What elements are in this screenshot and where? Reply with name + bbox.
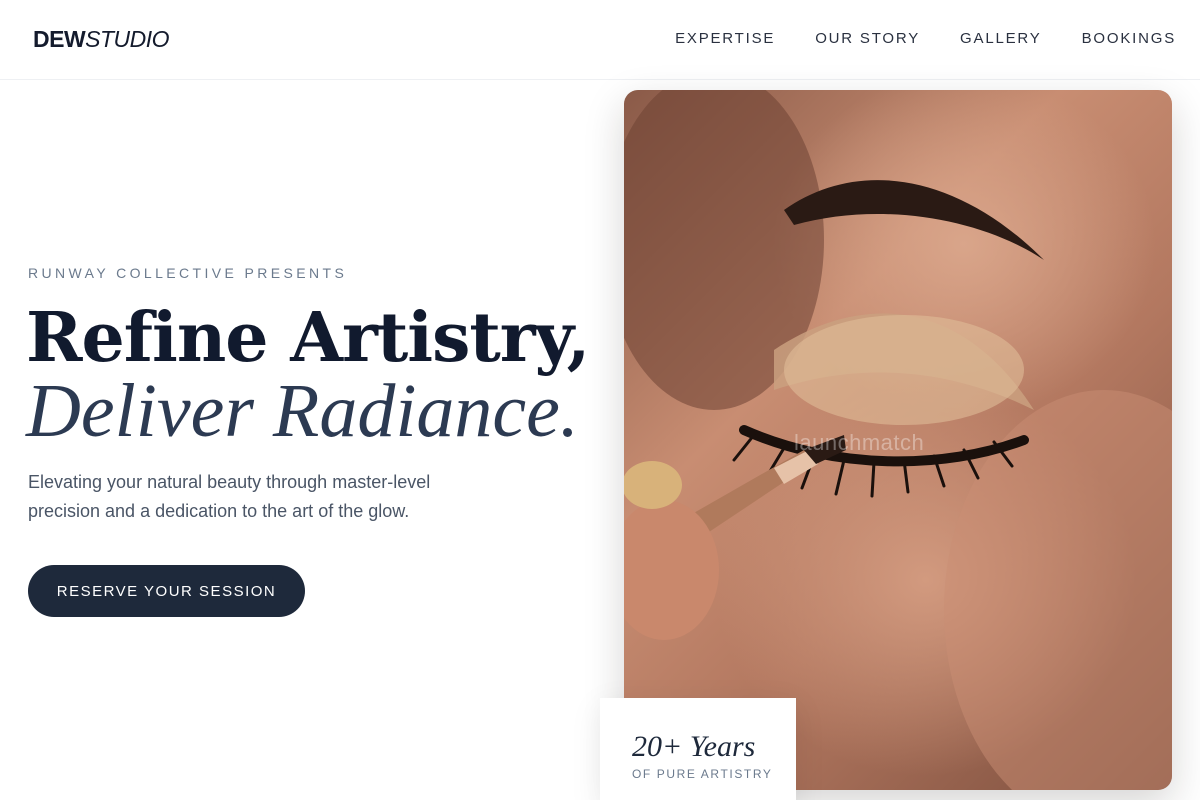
main-nav: EXPERTISE OUR STORY GALLERY BOOKINGS	[675, 30, 1176, 47]
nav-link-bookings[interactable]: BOOKINGS	[1082, 30, 1176, 47]
hero-image: launchmatch	[624, 90, 1172, 790]
badge-title: 20+ Years	[632, 730, 756, 763]
experience-badge: 20+ Years OF PURE ARTISTRY	[600, 698, 796, 800]
hero-headline-line2: Deliver Radiance.	[26, 369, 579, 453]
hero-eyebrow: RUNWAY COLLECTIVE PRESENTS	[28, 265, 348, 281]
logo[interactable]: DEWSTUDIO	[33, 26, 170, 53]
image-watermark: launchmatch	[794, 430, 925, 455]
badge-subtitle: OF PURE ARTISTRY	[632, 767, 773, 781]
nav-link-our-story[interactable]: OUR STORY	[815, 30, 920, 47]
logo-light-text: STUDIO	[85, 26, 170, 52]
hero-headline-line1: Refine Artistry,	[26, 298, 590, 378]
site-header: DEWSTUDIO EXPERTISE OUR STORY GALLERY BO…	[0, 0, 1200, 80]
hero-description: Elevating your natural beauty through ma…	[28, 472, 431, 521]
nav-link-expertise[interactable]: EXPERTISE	[675, 30, 775, 47]
logo-strong-text: DEW	[33, 26, 86, 52]
reserve-session-button[interactable]: RESERVE YOUR SESSION	[28, 565, 305, 617]
nav-link-gallery[interactable]: GALLERY	[960, 30, 1042, 47]
